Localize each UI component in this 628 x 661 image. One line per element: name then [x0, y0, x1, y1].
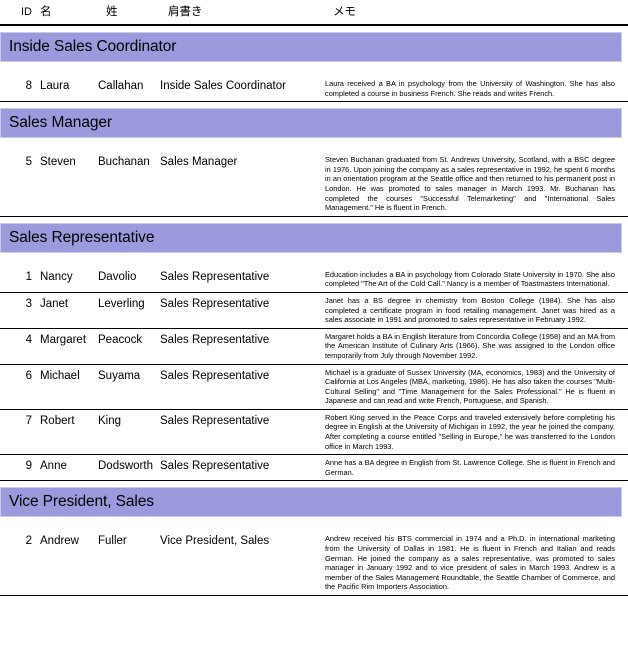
notes-cell: Laura received a BA in psychology from t…: [325, 79, 615, 98]
job-title-cell: Inside Sales Coordinator: [160, 80, 286, 92]
last-name-cell: Suyama: [98, 369, 141, 382]
table-row[interactable]: 9 Anne Dodsworth Sales Representative Anne h…: [0, 455, 628, 482]
first-name-cell: Janet: [40, 297, 69, 310]
group-rows: 8 Laura Callahan Inside Sales Coordinator La…: [0, 62, 628, 103]
table-row[interactable]: 3 Janet Leverling Sales Representative Janet…: [0, 293, 628, 329]
first-name-cell: Robert: [40, 414, 75, 427]
last-name-cell: Dodsworth: [98, 460, 153, 473]
job-title-cell: Sales Representative: [160, 270, 270, 283]
employee-id-cell: 5: [25, 156, 32, 169]
last-name-cell: Buchanan: [98, 156, 150, 169]
group-section: Sales Representative 1 Nancy Davolio Sales R…: [0, 222, 628, 482]
column-header-last-name: 姓: [106, 6, 118, 18]
last-name-cell: Davolio: [98, 270, 137, 283]
column-header-title: 肩書き: [168, 6, 203, 18]
notes-cell: Margaret holds a BA in English literatur…: [325, 331, 615, 360]
job-title-cell: Sales Representative: [160, 369, 270, 382]
table-row[interactable]: 1 Nancy Davolio Sales Representative Educati…: [0, 253, 628, 293]
group-title: Sales Manager: [9, 114, 112, 132]
job-title-cell: Sales Representative: [160, 333, 270, 346]
job-title-cell: Sales Representative: [160, 414, 270, 427]
job-title-cell: Sales Representative: [160, 297, 270, 310]
notes-cell: Janet has a BS degree in chemistry from …: [325, 295, 615, 325]
last-name-cell: King: [98, 414, 122, 427]
column-header-first-name: 名: [40, 6, 52, 18]
column-header-row: ID 名 姓 肩書き メモ: [0, 0, 628, 19]
column-header-id: ID: [21, 6, 32, 18]
employee-report: ID 名 姓 肩書き メモ Inside Sales Coordinator 8 L…: [0, 0, 628, 661]
group-title: Inside Sales Coordinator: [9, 38, 177, 55]
first-name-cell: Andrew: [40, 535, 79, 548]
bottom-spacer: [0, 596, 628, 599]
last-name-cell: Leverling: [98, 297, 145, 310]
group-header-bar[interactable]: Sales Manager: [0, 108, 622, 139]
table-row[interactable]: 8 Laura Callahan Inside Sales Coordinator La…: [0, 62, 628, 103]
first-name-cell: Steven: [40, 156, 76, 169]
table-row[interactable]: 2 Andrew Fuller Vice President, Sales Andrew…: [0, 517, 628, 596]
first-name-cell: Michael: [40, 369, 80, 382]
job-title-cell: Sales Manager: [160, 156, 238, 169]
job-title-cell: Sales Representative: [160, 460, 270, 473]
first-name-cell: Anne: [40, 460, 67, 473]
table-row[interactable]: 5 Steven Buchanan Sales Manager Steven Bucha…: [0, 138, 628, 217]
group-list: Inside Sales Coordinator 8 Laura Callahan In…: [0, 32, 628, 596]
group-section: Sales Manager 5 Steven Buchanan Sales Manage…: [0, 108, 628, 217]
group-header-bar[interactable]: Sales Representative: [0, 222, 622, 253]
employee-id-cell: 2: [25, 535, 32, 548]
table-row[interactable]: 6 Michael Suyama Sales Representative Michae…: [0, 365, 628, 410]
notes-cell: Michael is a graduate of Sussex Universi…: [325, 367, 615, 406]
group-section: Vice President, Sales 2 Andrew Fuller Vice P…: [0, 487, 628, 596]
header-divider: [0, 24, 628, 26]
group-section: Inside Sales Coordinator 8 Laura Callahan In…: [0, 32, 628, 103]
employee-id-cell: 9: [25, 460, 32, 473]
group-header-bar[interactable]: Inside Sales Coordinator: [0, 32, 622, 62]
last-name-cell: Peacock: [98, 333, 143, 346]
first-name-cell: Margaret: [40, 333, 87, 346]
table-row[interactable]: 4 Margaret Peacock Sales Representative Marg…: [0, 329, 628, 365]
first-name-cell: Laura: [40, 80, 70, 92]
notes-cell: Anne has a BA degree in English from St.…: [325, 458, 615, 477]
group-title: Sales Representative: [9, 228, 155, 246]
group-rows: 2 Andrew Fuller Vice President, Sales Andrew…: [0, 517, 628, 596]
first-name-cell: Nancy: [40, 270, 73, 283]
employee-id-cell: 1: [25, 270, 32, 283]
employee-id-cell: 8: [25, 80, 32, 92]
column-header-notes: メモ: [333, 6, 356, 18]
notes-cell: Education includes a BA in psychology fr…: [325, 269, 615, 289]
table-row[interactable]: 7 Robert King Sales Representative Robert Ki…: [0, 410, 628, 456]
job-title-cell: Vice President, Sales: [160, 535, 270, 548]
last-name-cell: Fuller: [98, 535, 127, 548]
group-rows: 1 Nancy Davolio Sales Representative Educati…: [0, 253, 628, 482]
group-rows: 5 Steven Buchanan Sales Manager Steven Bucha…: [0, 138, 628, 217]
notes-cell: Robert King served in the Peace Corps an…: [325, 412, 615, 451]
employee-id-cell: 7: [25, 414, 32, 427]
group-header-bar[interactable]: Vice President, Sales: [0, 487, 622, 518]
last-name-cell: Callahan: [98, 80, 144, 92]
employee-id-cell: 6: [25, 369, 32, 382]
notes-cell: Andrew received his BTS commercial in 19…: [325, 534, 615, 592]
group-title: Vice President, Sales: [9, 493, 154, 511]
employee-id-cell: 4: [25, 333, 32, 346]
employee-id-cell: 3: [25, 297, 32, 310]
notes-cell: Steven Buchanan graduated from St. Andre…: [325, 155, 615, 213]
